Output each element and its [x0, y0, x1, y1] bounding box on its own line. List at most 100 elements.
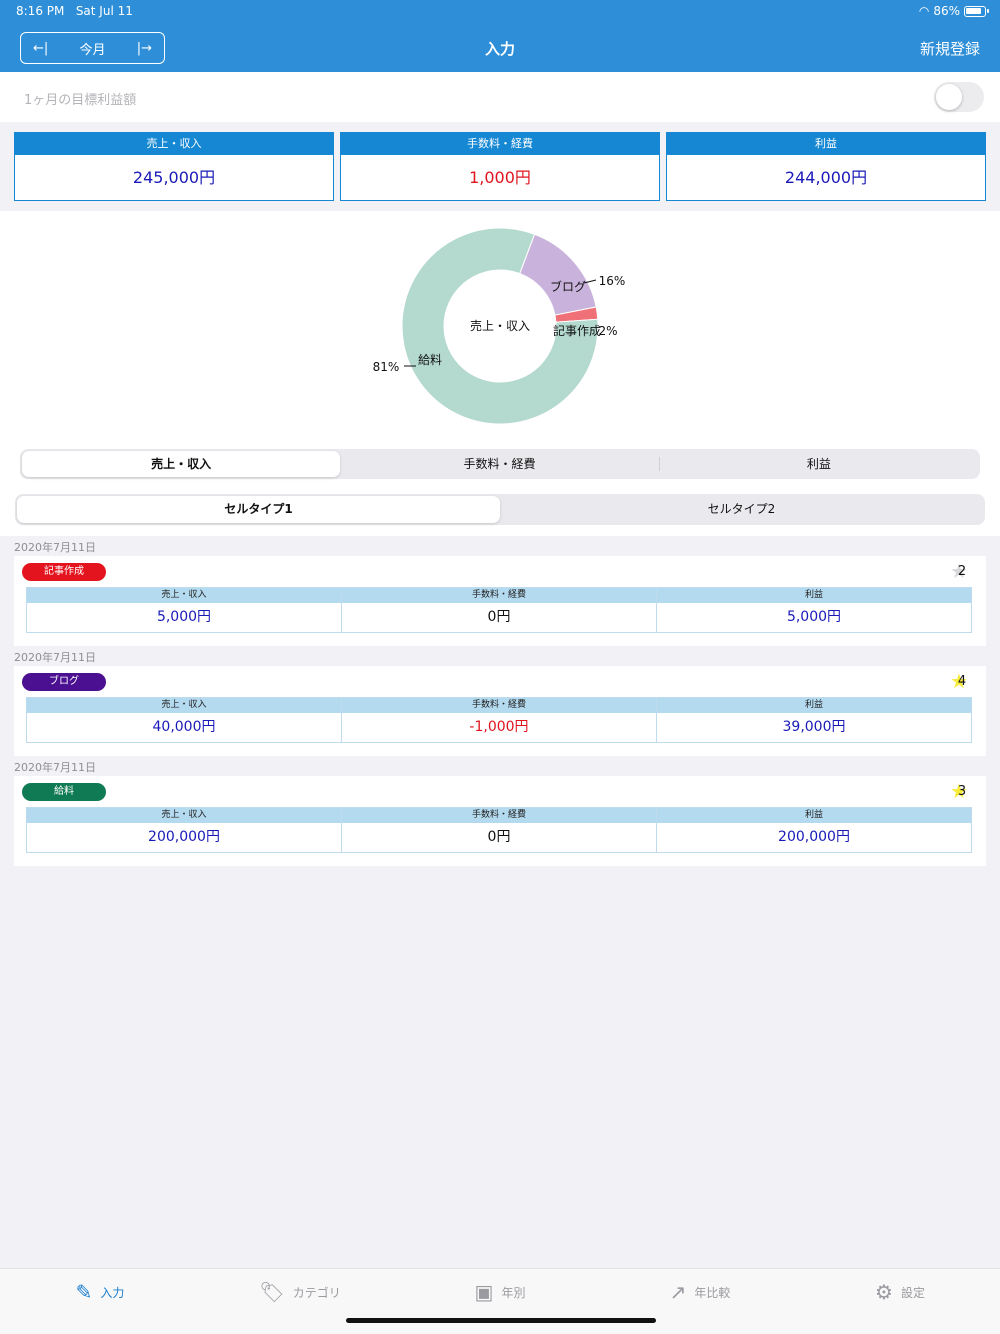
summary-card-label: 利益 [667, 133, 985, 155]
tab-yearly[interactable]: ▣ 年別 [400, 1269, 600, 1315]
summary-card-fees: 手数料・経費 1,000円 [340, 132, 660, 201]
entry-table: 売上・収入 40,000円 手数料・経費 -1,000円 利益 39,000円 [26, 697, 972, 743]
badge-count: ★ 2 [950, 559, 972, 583]
fees-value: 0円 [487, 609, 511, 625]
tab-label: 設定 [900, 1285, 925, 1300]
badge-count: ★ 3 [950, 779, 972, 803]
slice-label: 給料 [418, 353, 442, 367]
tag-icon: 🏷 [259, 1280, 285, 1304]
arrow-up-right-icon: ↗ [669, 1280, 687, 1304]
status-time: 8:16 PM Sat Jul 11 [16, 4, 133, 18]
entry-table: 売上・収入 5,000円 手数料・経費 0円 利益 5,000円 [26, 587, 972, 633]
chart-panel: 売上・収入 ブログ 16% 記事作成 2% 給料 81% [0, 211, 1000, 536]
tab-bar: ✎ 入力 🏷 カテゴリ ▣ 年別 ↗ 年比較 ⚙ 設定 [0, 1268, 1000, 1334]
fees-value: -1,000円 [469, 719, 529, 735]
entry-list: 2020年7月11日 記事作成 ★ 2 売上・収入 5,000円 手数料・経費 … [0, 536, 1000, 866]
tab-input[interactable]: ✎ 入力 [0, 1269, 200, 1315]
pie-slice [519, 233, 597, 316]
list-item[interactable]: 給料 ★ 3 売上・収入 200,000円 手数料・経費 0円 利益 200,0… [14, 776, 986, 866]
entry-table: 売上・収入 200,000円 手数料・経費 0円 利益 200,000円 [26, 807, 972, 853]
column-header: 利益 [657, 588, 971, 603]
fees-column: 手数料・経費 -1,000円 [342, 698, 657, 742]
badge-number: 3 [957, 784, 967, 799]
home-indicator [346, 1318, 656, 1323]
column-header: 利益 [657, 808, 971, 823]
profit-value: 5,000円 [786, 609, 842, 625]
cell-type-segmented-control: セルタイプ1 セルタイプ2 [15, 494, 985, 525]
target-profit-row: 1ヶ月の目標利益額 [0, 72, 1000, 122]
tab-settings[interactable]: ⚙ 設定 [800, 1269, 1000, 1315]
status-clock: 8:16 PM [16, 4, 65, 18]
slice-percent: 16% [599, 274, 626, 288]
summary-card-sales: 売上・収入 245,000円 [14, 132, 334, 201]
target-profit-label: 1ヶ月の目標利益額 [24, 93, 137, 108]
entry-date: 2020年7月11日 [14, 651, 96, 664]
new-entry-button[interactable]: 新規登録 [920, 38, 980, 59]
type-segmented-control: 売上・収入 手数料・経費 利益 [20, 449, 980, 479]
profit-value: 200,000円 [778, 829, 850, 845]
battery-percent: 86% [933, 4, 960, 18]
tab-year-compare[interactable]: ↗ 年比較 [600, 1269, 800, 1315]
fees-column: 手数料・経費 0円 [342, 588, 657, 632]
tab-category[interactable]: 🏷 カテゴリ [200, 1269, 400, 1315]
summary-card-value: 245,000円 [132, 168, 216, 187]
summary-card-profit: 利益 244,000円 [666, 132, 986, 201]
profit-value: 39,000円 [782, 719, 846, 735]
list-item[interactable]: 記事作成 ★ 2 売上・収入 5,000円 手数料・経費 0円 利益 5,000… [14, 556, 986, 646]
column-header: 手数料・経費 [342, 698, 656, 713]
fees-column: 手数料・経費 0円 [342, 808, 657, 852]
sales-column: 売上・収入 200,000円 [27, 808, 342, 852]
target-profit-toggle[interactable] [934, 82, 984, 112]
sales-column: 売上・収入 40,000円 [27, 698, 342, 742]
status-date: Sat Jul 11 [75, 4, 133, 18]
slice-percent: 81% [373, 360, 400, 374]
navigation-bar: 8:16 PM Sat Jul 11 ◠ 86% ←| 今月 |→ 入力 新規登… [0, 0, 1000, 72]
sales-value: 5,000円 [156, 609, 212, 625]
battery-icon [964, 5, 989, 17]
slice-percent: 2% [598, 324, 617, 338]
badge-count: ★ 4 [950, 669, 972, 693]
profit-column: 利益 200,000円 [657, 808, 971, 852]
gear-icon: ⚙ [875, 1280, 893, 1304]
briefcase-icon: ▣ [474, 1280, 494, 1304]
status-indicators: ◠ 86% [918, 4, 989, 18]
summary-card-value: 244,000円 [784, 168, 868, 187]
segment-fees[interactable]: 手数料・経費 [340, 451, 658, 477]
profit-column: 利益 5,000円 [657, 588, 971, 632]
page-title: 入力 [484, 40, 515, 58]
column-header: 手数料・経費 [342, 588, 656, 603]
tab-label: 年別 [501, 1285, 526, 1300]
wifi-icon: ◠ [918, 4, 930, 18]
category-tag: 記事作成 [22, 563, 106, 581]
badge-number: 2 [957, 564, 967, 579]
sales-value: 40,000円 [152, 719, 216, 735]
fees-value: 0円 [487, 829, 511, 845]
slice-label: 記事作成 [553, 323, 601, 338]
column-header: 売上・収入 [27, 808, 341, 823]
summary-card-label: 売上・収入 [15, 133, 333, 155]
summary-card-value: 1,000円 [469, 168, 531, 187]
tab-label: カテゴリ [292, 1285, 341, 1300]
list-item[interactable]: ブログ ★ 4 売上・収入 40,000円 手数料・経費 -1,000円 利益 … [14, 666, 986, 756]
segment-cell-type-2[interactable]: セルタイプ2 [500, 496, 983, 523]
category-tag: ブログ [22, 673, 106, 691]
donut-chart: 売上・収入 ブログ 16% 記事作成2% 給料 81% [373, 227, 626, 425]
segment-cell-type-1[interactable]: セルタイプ1 [17, 496, 500, 523]
segment-sales[interactable]: 売上・収入 [22, 451, 341, 477]
summary-cards: 売上・収入 245,000円 手数料・経費 1,000円 利益 244,000円 [14, 132, 986, 201]
summary-card-label: 手数料・経費 [341, 133, 659, 155]
profit-column: 利益 39,000円 [657, 698, 971, 742]
donut-center-label: 売上・収入 [470, 318, 530, 333]
entry-date: 2020年7月11日 [14, 541, 96, 554]
tab-label: 入力 [100, 1285, 125, 1300]
column-header: 手数料・経費 [342, 808, 656, 823]
tab-label: 年比較 [694, 1285, 731, 1300]
slice-label: ブログ [550, 279, 586, 294]
badge-number: 4 [957, 674, 967, 689]
sales-column: 売上・収入 5,000円 [27, 588, 342, 632]
column-header: 売上・収入 [27, 588, 341, 603]
column-header: 売上・収入 [27, 698, 341, 713]
entry-date: 2020年7月11日 [14, 761, 96, 774]
segment-profit[interactable]: 利益 [660, 451, 978, 477]
column-header: 利益 [657, 698, 971, 713]
